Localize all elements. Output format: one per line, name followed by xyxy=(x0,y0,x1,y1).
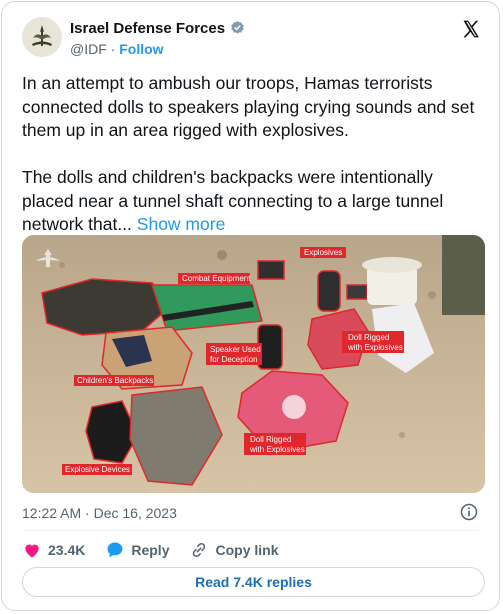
label-doll-2: Doll Rigged with Explosives xyxy=(244,433,306,455)
heart-icon xyxy=(25,544,39,558)
tweet-paragraph-1: In an attempt to ambush our troops, Hama… xyxy=(22,73,480,140)
avatar[interactable] xyxy=(22,17,62,57)
svg-text:Children's Backpacks: Children's Backpacks xyxy=(77,376,153,385)
reply-button[interactable]: Reply xyxy=(105,540,169,560)
idf-logo-icon xyxy=(32,25,52,46)
svg-text:for Deception: for Deception xyxy=(210,355,258,364)
label-explosives: Explosives xyxy=(300,247,346,258)
svg-text:Doll Rigged: Doll Rigged xyxy=(250,435,291,444)
svg-text:Combat Equipment: Combat Equipment xyxy=(182,274,251,283)
author-handle[interactable]: @IDF xyxy=(70,41,107,57)
svg-text:Doll Rigged: Doll Rigged xyxy=(348,333,389,342)
x-logo-icon[interactable] xyxy=(461,19,481,39)
like-button[interactable]: 23.4K xyxy=(22,540,85,560)
label-backpacks: Children's Backpacks xyxy=(74,375,154,386)
verified-badge-icon xyxy=(231,21,244,34)
tweet-timestamp[interactable]: 12:22 AM · Dec 16, 2023 xyxy=(22,505,177,521)
reply-label: Reply xyxy=(131,542,170,558)
photo-scene: Combat Equipment Explosives Speaker Used… xyxy=(22,235,485,493)
reply-bubble-icon xyxy=(107,542,123,558)
svg-text:Explosive Devices: Explosive Devices xyxy=(65,465,130,474)
copy-link-button[interactable]: Copy link xyxy=(189,540,279,560)
tweet-card: Israel Defense Forces @IDF · Follow In a… xyxy=(1,1,500,611)
divider xyxy=(22,530,479,531)
author-name[interactable]: Israel Defense Forces xyxy=(70,20,225,37)
svg-text:Speaker Used: Speaker Used xyxy=(210,345,261,354)
svg-text:with Explosives: with Explosives xyxy=(249,445,305,454)
info-icon[interactable] xyxy=(459,502,479,522)
action-bar: 23.4K Reply Copy link xyxy=(22,540,299,560)
svg-text:Explosives: Explosives xyxy=(304,248,342,257)
tweet-text: In an attempt to ambush our troops, Hama… xyxy=(22,72,487,237)
label-explosive-devices: Explosive Devices xyxy=(62,464,132,475)
label-speaker: Speaker Used for Deception xyxy=(206,343,262,365)
follow-button[interactable]: Follow xyxy=(119,41,163,57)
handle-separator: · xyxy=(110,41,116,57)
label-doll-1: Doll Rigged with Explosives xyxy=(342,331,404,353)
svg-text:with Explosives: with Explosives xyxy=(347,343,403,352)
label-combat-equipment: Combat Equipment xyxy=(178,273,251,284)
tweet-paragraph-2: The dolls and children's backpacks were … xyxy=(22,167,449,234)
copy-link-label: Copy link xyxy=(215,542,279,558)
link-icon xyxy=(193,542,206,558)
like-count: 23.4K xyxy=(48,542,86,558)
show-more-link[interactable]: Show more xyxy=(137,214,226,234)
tweet-photo[interactable]: Combat Equipment Explosives Speaker Used… xyxy=(22,235,485,493)
read-replies-button[interactable]: Read 7.4K replies xyxy=(22,567,485,597)
